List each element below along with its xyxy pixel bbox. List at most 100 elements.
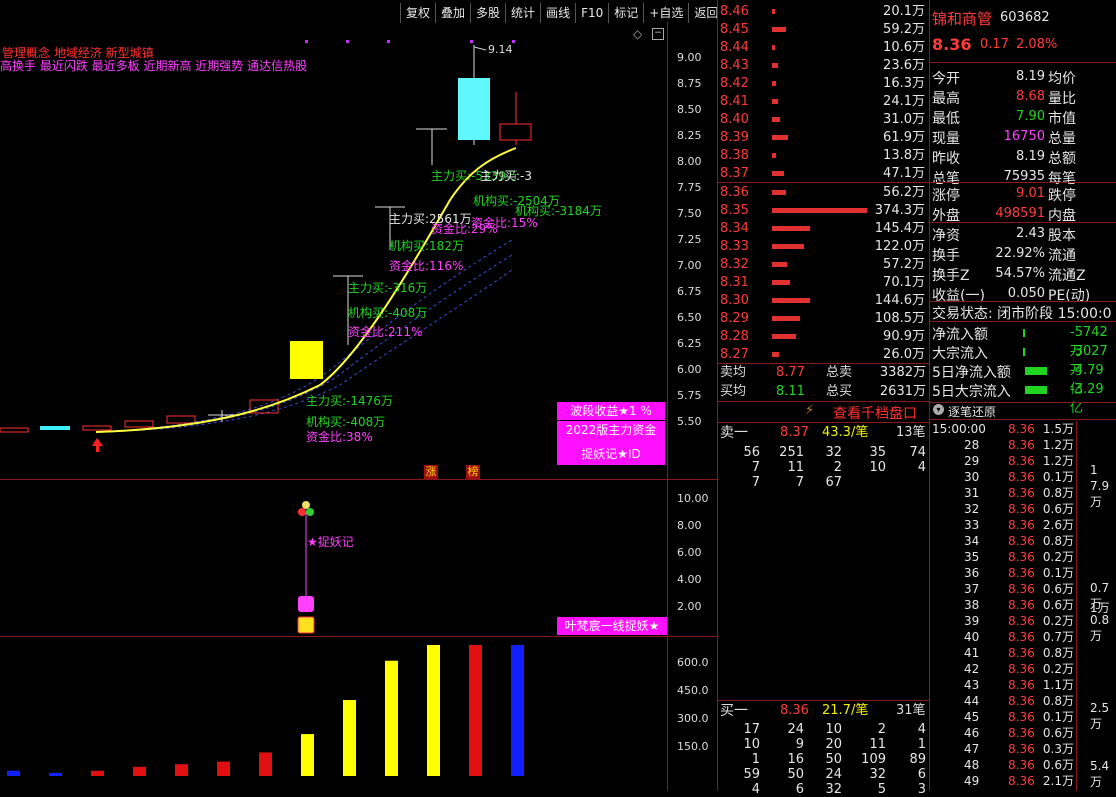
ask1-volume: 43.3/笔 (822, 425, 869, 440)
tick-volume: 2.6万 (1042, 518, 1074, 532)
book-price: 8.44 (720, 40, 749, 55)
tick-time: 38 (964, 598, 980, 612)
queue-cell: 7 (751, 460, 760, 475)
tick-volume: 0.1万 (1042, 710, 1074, 724)
book-volume: 90.9万 (883, 329, 925, 344)
volume-bar (511, 645, 524, 776)
tick-price: 8.36 (1008, 502, 1035, 516)
promo-line[interactable]: 叶梵宸一线捉妖★ (557, 617, 667, 635)
book-price: 8.31 (720, 275, 749, 290)
queue-cell: 50 (787, 767, 804, 782)
info-label: 跌停 (1048, 188, 1076, 204)
info-label: 现量 (932, 131, 960, 147)
zhang-tag[interactable]: 涨 (424, 465, 438, 479)
queue-cell: 6 (795, 782, 804, 797)
tick-price: 8.36 (1008, 534, 1035, 548)
info-label: 总量 (1048, 131, 1076, 147)
price-tick: 5.50 (677, 415, 702, 428)
queue-cell: 24 (825, 767, 842, 782)
book-price: 8.41 (720, 94, 749, 109)
tick-time: 31 (964, 486, 980, 500)
price-tick: 6.75 (677, 285, 702, 298)
avg-buy-label: 买均 (720, 384, 747, 399)
info-label: 市值 (1048, 111, 1076, 127)
queue-cell: 74 (909, 445, 926, 460)
queue-cell: 67 (825, 475, 842, 490)
total-sell-value: 3382万 (879, 365, 926, 380)
tick-price: 8.36 (1008, 774, 1035, 788)
tick-volume: 0.8万 (1042, 694, 1074, 708)
tick-time: 28 (964, 438, 980, 452)
book-bar (772, 153, 776, 158)
tick-time: 36 (964, 566, 980, 580)
volume-tick: 450.0 (677, 684, 709, 697)
info-label: 换手Z (932, 268, 970, 284)
queue-cell: 16 (787, 752, 804, 767)
tick-volume: 0.8万 (1042, 534, 1074, 548)
ask1-label: 卖一 (720, 425, 748, 441)
flow-label: 大宗流入 (932, 346, 988, 362)
avg-buy-value: 8.11 (776, 384, 805, 399)
book-volume: 20.1万 (883, 4, 925, 19)
flow-annotation: 主力买:-316万 (348, 281, 428, 295)
info-label: 收益(一) (932, 288, 985, 304)
volume-bar (469, 645, 482, 776)
tick-volume: 2.1万 (1042, 774, 1074, 788)
toolbar-btn-8[interactable]: 返回 (688, 3, 723, 23)
info-label: PE(动) (1048, 288, 1091, 304)
info-label: 流通Z (1048, 268, 1086, 284)
tick-volume: 1.2万 (1042, 454, 1074, 468)
tick-volume: 0.6万 (1042, 502, 1074, 516)
volume-bars (7, 645, 524, 776)
tick-price: 8.36 (1008, 550, 1035, 564)
book-price: 8.37 (720, 166, 749, 181)
tick-side-value: 1 (1090, 463, 1098, 477)
tick-volume: 0.2万 (1042, 614, 1074, 628)
info-value: 498591 (995, 206, 1045, 221)
book-volume: 10.6万 (883, 40, 925, 55)
tick-time: 37 (964, 582, 980, 596)
tick-volume: 0.6万 (1042, 758, 1074, 772)
tick-side-value: 5.4万 (1090, 759, 1110, 789)
indicator-tick: 2.00 (677, 600, 702, 613)
info-label: 涨停 (932, 188, 960, 204)
tick-time: 46 (964, 726, 980, 740)
info-value: 9.01 (1016, 186, 1045, 201)
flow-bar (1023, 329, 1025, 337)
price-tick: 9.00 (677, 51, 702, 64)
tick-volume: 0.8万 (1042, 486, 1074, 500)
book-price: 8.27 (720, 347, 749, 362)
pct-change: 2.08% (1016, 37, 1058, 52)
book-bar (772, 45, 775, 50)
tick-price: 8.36 (1008, 630, 1035, 644)
book-volume: 26.0万 (883, 347, 925, 362)
ask1-price: 8.37 (780, 425, 809, 440)
info-label: 最高 (932, 91, 960, 107)
tick-price: 8.36 (1008, 422, 1035, 436)
book-volume: 61.9万 (883, 130, 925, 145)
queue-cell: 11 (787, 460, 804, 475)
promo-id[interactable]: 捉妖记★ID (557, 443, 665, 465)
chevron-down-icon[interactable]: ▾ (933, 404, 944, 415)
tick-price: 8.36 (1008, 678, 1035, 692)
info-value: 54.57% (995, 266, 1045, 281)
volume-bar (259, 752, 272, 776)
book-price: 8.28 (720, 329, 749, 344)
bid1-price: 8.36 (780, 703, 809, 718)
flow-annotation: 资金比:38% (306, 430, 373, 444)
tick-time: 40 (964, 630, 980, 644)
tick-side-value: 7.9万 (1090, 479, 1110, 509)
tick-volume: 0.8万 (1042, 646, 1074, 660)
volume-bar (385, 660, 398, 776)
price-tick: 7.00 (677, 259, 702, 272)
bang-tag[interactable]: 榜 (466, 465, 480, 479)
book-bar (772, 244, 804, 249)
promo-band-profit[interactable]: 波段收益★1 % (557, 402, 665, 420)
indicator-tick: 6.00 (677, 546, 702, 559)
book-bar (772, 298, 810, 303)
tick-price: 8.36 (1008, 614, 1035, 628)
bid1-volume: 21.7/笔 (822, 703, 869, 718)
flow-bar (1025, 386, 1047, 394)
volume-bar (217, 761, 230, 776)
depth-button[interactable]: 查看千档盘口 (833, 403, 917, 423)
